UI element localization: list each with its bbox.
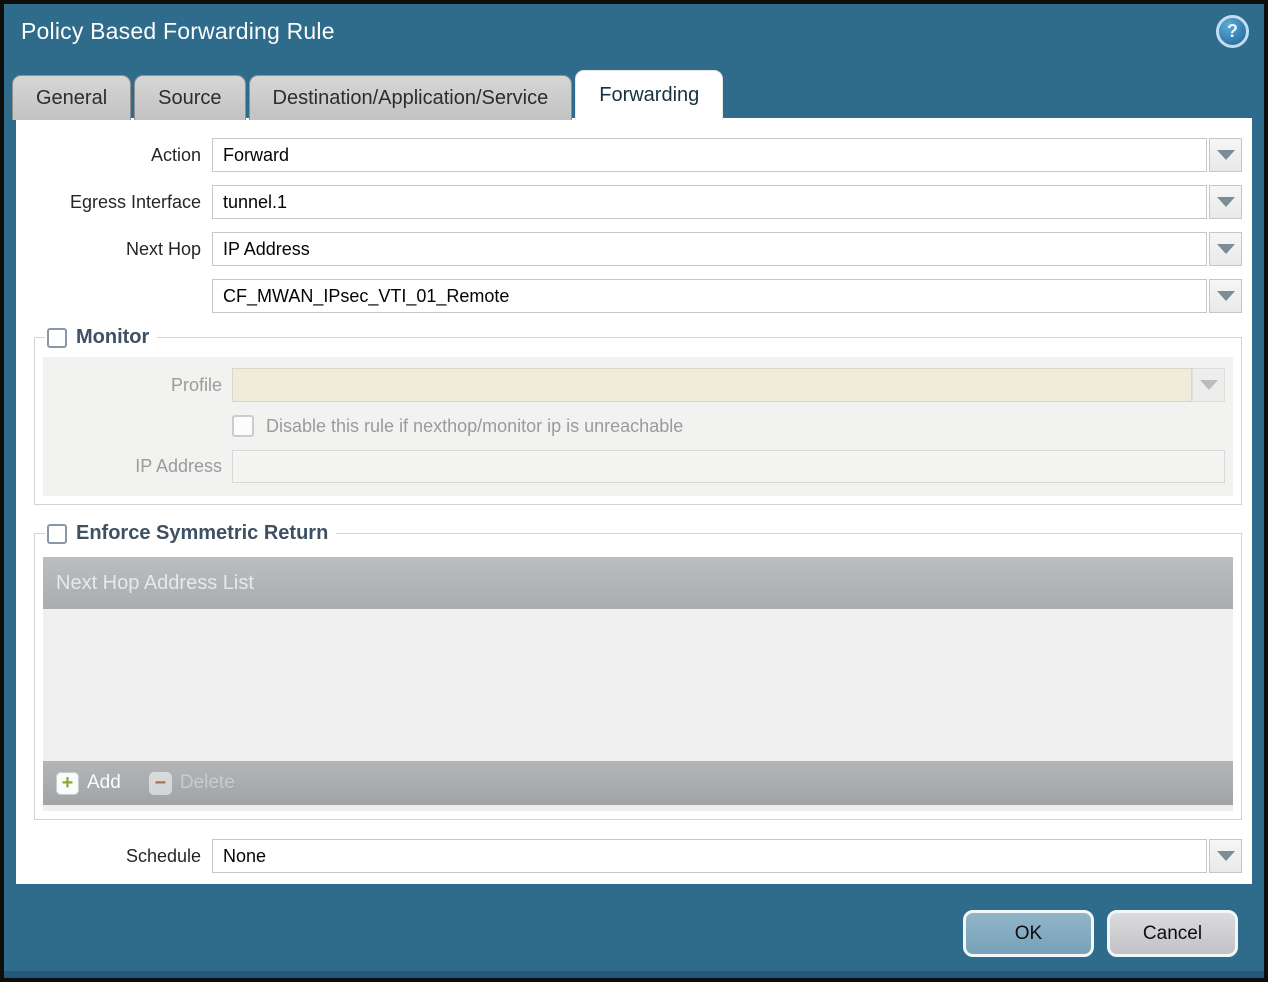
table-body-empty[interactable]	[43, 609, 1233, 761]
forwarding-tab-panel: Action Forward Egress Interface tunnel.1…	[16, 118, 1252, 884]
chevron-down-icon	[1216, 197, 1235, 207]
disable-rule-row: Disable this rule if nexthop/monitor ip …	[43, 415, 1225, 437]
monitor-ip-input	[232, 450, 1225, 483]
minus-icon: −	[148, 771, 172, 795]
monitor-checkbox[interactable]	[47, 327, 67, 348]
chevron-down-icon	[1216, 291, 1235, 301]
action-row: Action Forward	[16, 138, 1242, 172]
plus-icon: +	[56, 771, 79, 795]
next-hop-address-row: CF_MWAN_IPsec_VTI_01_Remote	[16, 279, 1242, 313]
disable-rule-checkbox	[232, 415, 254, 437]
next-hop-row: Next Hop IP Address	[16, 232, 1242, 266]
add-button-label: Add	[87, 772, 121, 793]
monitor-panel: Profile Disable this rule if nexthop/mon…	[43, 357, 1233, 496]
table-bottom-strip	[43, 805, 1233, 811]
add-button[interactable]: + Add	[56, 771, 121, 795]
monitor-legend-label: Monitor	[76, 326, 150, 348]
monitor-ip-row: IP Address	[43, 450, 1225, 483]
tab-bar: General Source Destination/Application/S…	[12, 70, 724, 120]
table-header-label: Next Hop Address List	[56, 571, 254, 594]
next-hop-address-select[interactable]: CF_MWAN_IPsec_VTI_01_Remote	[212, 279, 1207, 313]
next-hop-dropdown-button[interactable]	[1209, 232, 1242, 266]
ok-button[interactable]: OK	[963, 910, 1094, 957]
next-hop-label: Next Hop	[125, 238, 201, 259]
egress-interface-label: Egress Interface	[69, 191, 201, 212]
symmetric-return-legend: Enforce Symmetric Return	[45, 522, 336, 545]
next-hop-address-list-table: Next Hop Address List + Add − Delete	[43, 557, 1233, 811]
action-select[interactable]: Forward	[212, 138, 1207, 172]
disable-rule-label: Disable this rule if nexthop/monitor ip …	[266, 415, 684, 436]
bottom-shade	[4, 971, 1264, 978]
monitor-legend: Monitor	[45, 326, 157, 349]
symmetric-return-checkbox[interactable]	[47, 523, 67, 544]
table-footer: + Add − Delete	[43, 761, 1233, 805]
tab-source[interactable]: Source	[134, 75, 246, 120]
action-dropdown-button[interactable]	[1209, 138, 1242, 172]
delete-button: − Delete	[148, 771, 235, 795]
schedule-select[interactable]: None	[212, 839, 1207, 873]
egress-interface-row: Egress Interface tunnel.1	[16, 185, 1242, 219]
schedule-row: Schedule None	[16, 839, 1242, 873]
tab-forwarding[interactable]: Forwarding	[575, 70, 724, 120]
table-header: Next Hop Address List	[43, 557, 1233, 609]
dialog-title: Policy Based Forwarding Rule	[21, 18, 335, 44]
symmetric-return-section: Enforce Symmetric Return Next Hop Addres…	[34, 522, 1242, 820]
cancel-button[interactable]: Cancel	[1107, 910, 1238, 957]
monitor-section: Monitor Profile Disable this rule if nex…	[34, 326, 1242, 505]
action-label: Action	[150, 144, 201, 165]
profile-select	[232, 368, 1192, 402]
chevron-down-icon	[1216, 150, 1235, 160]
symmetric-return-legend-label: Enforce Symmetric Return	[76, 522, 329, 544]
dialog-actions: OK Cancel	[963, 910, 1238, 957]
profile-label: Profile	[170, 374, 222, 395]
next-hop-type-select[interactable]: IP Address	[212, 232, 1207, 266]
chevron-down-icon	[1216, 244, 1235, 254]
egress-interface-select[interactable]: tunnel.1	[212, 185, 1207, 219]
tab-destination-application-service[interactable]: Destination/Application/Service	[248, 75, 573, 120]
egress-interface-dropdown-button[interactable]	[1209, 185, 1242, 219]
profile-row: Profile	[43, 368, 1225, 402]
schedule-label: Schedule	[125, 845, 201, 866]
help-icon[interactable]: ?	[1216, 15, 1249, 48]
next-hop-address-dropdown-button[interactable]	[1209, 279, 1242, 313]
tab-general[interactable]: General	[12, 75, 132, 120]
schedule-dropdown-button[interactable]	[1209, 839, 1242, 873]
chevron-down-icon	[1199, 380, 1218, 390]
chevron-down-icon	[1216, 851, 1235, 861]
pbf-rule-dialog: Policy Based Forwarding Rule ? General S…	[0, 0, 1268, 982]
delete-button-label: Delete	[179, 772, 235, 793]
monitor-ip-label: IP Address	[135, 456, 222, 476]
profile-dropdown-button	[1192, 368, 1225, 402]
